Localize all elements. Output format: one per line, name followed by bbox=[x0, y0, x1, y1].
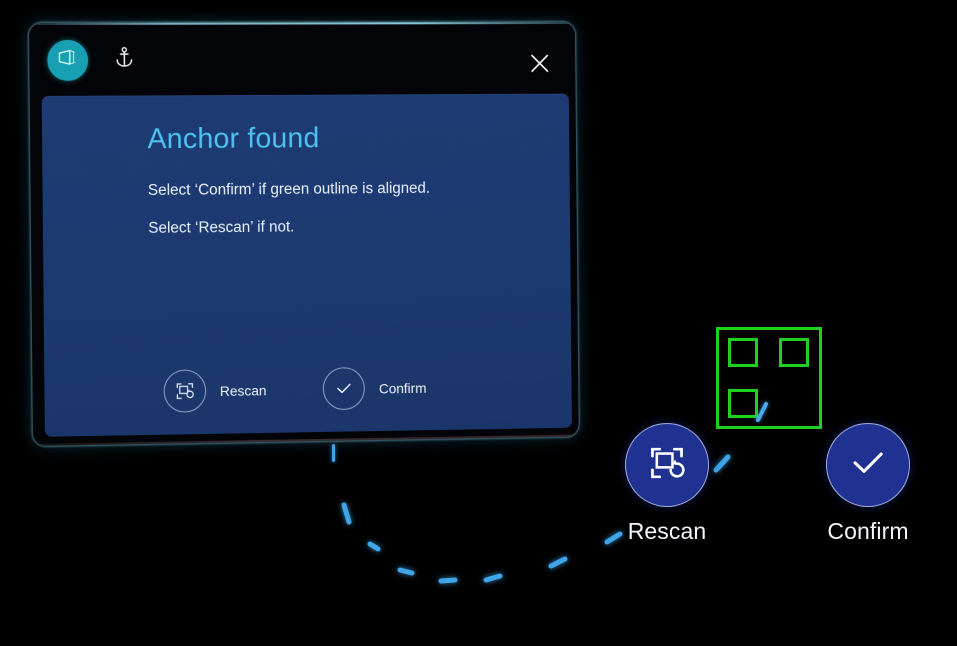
dialog-confirm-label: Confirm bbox=[378, 379, 427, 396]
dialog-rescan-button[interactable]: Rescan bbox=[163, 369, 267, 413]
app-badge[interactable] bbox=[47, 39, 89, 81]
marker-cell-top-right bbox=[779, 338, 809, 367]
dialog-instruction-confirm: Select ‘Confirm’ if green outline is ali… bbox=[147, 179, 431, 200]
rescan-button-label: Rescan bbox=[627, 518, 707, 544]
holographic-dialog-panel: Anchor found Select ‘Confirm’ if green o… bbox=[27, 21, 580, 447]
confirm-button-disc[interactable] bbox=[826, 423, 910, 507]
mixed-reality-scene: Anchor found Select ‘Confirm’ if green o… bbox=[0, 0, 957, 646]
confirm-button-label: Confirm bbox=[827, 518, 909, 544]
close-button[interactable] bbox=[523, 49, 556, 82]
dialog-instruction-rescan: Select ‘Rescan’ if not. bbox=[148, 218, 295, 237]
title-bar-spacer bbox=[139, 58, 524, 59]
dialog-action-row: Rescan Confirm bbox=[163, 366, 427, 413]
tether-tick bbox=[332, 444, 335, 462]
rescan-button-disc[interactable] bbox=[625, 423, 709, 507]
marker-cell-bottom-left bbox=[728, 389, 758, 418]
confirm-button[interactable]: Confirm bbox=[826, 423, 910, 545]
dialog-content-card: Anchor found Select ‘Confirm’ if green o… bbox=[41, 93, 572, 437]
hologram-cube-icon bbox=[56, 47, 79, 72]
dialog-title: Anchor found bbox=[147, 122, 320, 156]
green-alignment-outline bbox=[716, 327, 822, 429]
rescan-button[interactable]: Rescan bbox=[625, 423, 709, 545]
dialog-confirm-button[interactable]: Confirm bbox=[323, 366, 427, 411]
checkmark-icon bbox=[323, 367, 366, 411]
checkmark-icon bbox=[847, 442, 889, 489]
rescan-icon bbox=[163, 369, 207, 413]
dialog-rescan-label: Rescan bbox=[219, 381, 267, 399]
anchor-button[interactable] bbox=[109, 45, 139, 75]
anchor-icon bbox=[114, 47, 133, 73]
panel-shell: Anchor found Select ‘Confirm’ if green o… bbox=[27, 21, 580, 447]
panel-title-bar bbox=[29, 22, 576, 97]
rescan-icon bbox=[647, 443, 687, 488]
marker-cell-top-left bbox=[728, 338, 758, 367]
close-icon bbox=[529, 52, 550, 79]
